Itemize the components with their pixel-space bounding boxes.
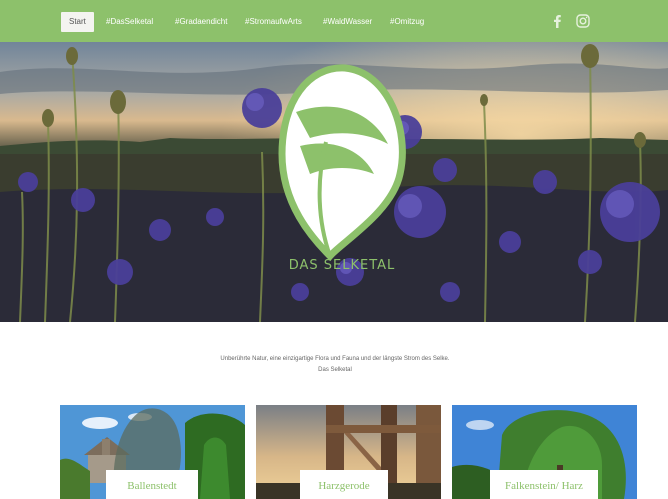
instagram-icon[interactable]	[575, 13, 591, 29]
nav-tab-omitzug[interactable]: #Omitzug	[390, 12, 424, 32]
intro-text: Unberührte Natur, eine einzigartige Flor…	[140, 354, 530, 376]
nav-tab-gradaendicht[interactable]: #Gradaendicht	[175, 12, 227, 32]
intro-line-2: Das Selketal	[318, 367, 352, 373]
facebook-icon[interactable]	[549, 13, 565, 29]
card-falkenstein-label: Falkenstein/ Harz	[490, 470, 598, 499]
intro-line-1: Unberührte Natur, eine einzigartige Flor…	[220, 356, 450, 362]
hero-banner: DAS SELKETAL	[0, 42, 668, 322]
card-harzgerode-label: Harzgerode	[300, 470, 388, 499]
card-ballenstedt-label: Ballenstedt	[106, 470, 198, 499]
top-navigation-bar: Start #DasSelketal #Gradaendicht #Stroma…	[0, 0, 668, 42]
nav-tab-stromaufwarts[interactable]: #StromaufwArts	[245, 12, 302, 32]
logo-wordmark: DAS SELKETAL	[288, 258, 396, 273]
hero-cornflower-field-image	[0, 42, 668, 322]
card-falkenstein[interactable]: Falkenstein/ Harz	[452, 405, 637, 499]
nav-tab-das-selketal[interactable]: #DasSelketal	[106, 12, 153, 32]
nav-tab-start[interactable]: Start	[61, 12, 94, 32]
card-ballenstedt[interactable]: Ballenstedt	[60, 405, 245, 499]
card-harzgerode[interactable]: Harzgerode	[256, 405, 441, 499]
nav-tab-wald-wasser[interactable]: #WaldWasser	[323, 12, 372, 32]
